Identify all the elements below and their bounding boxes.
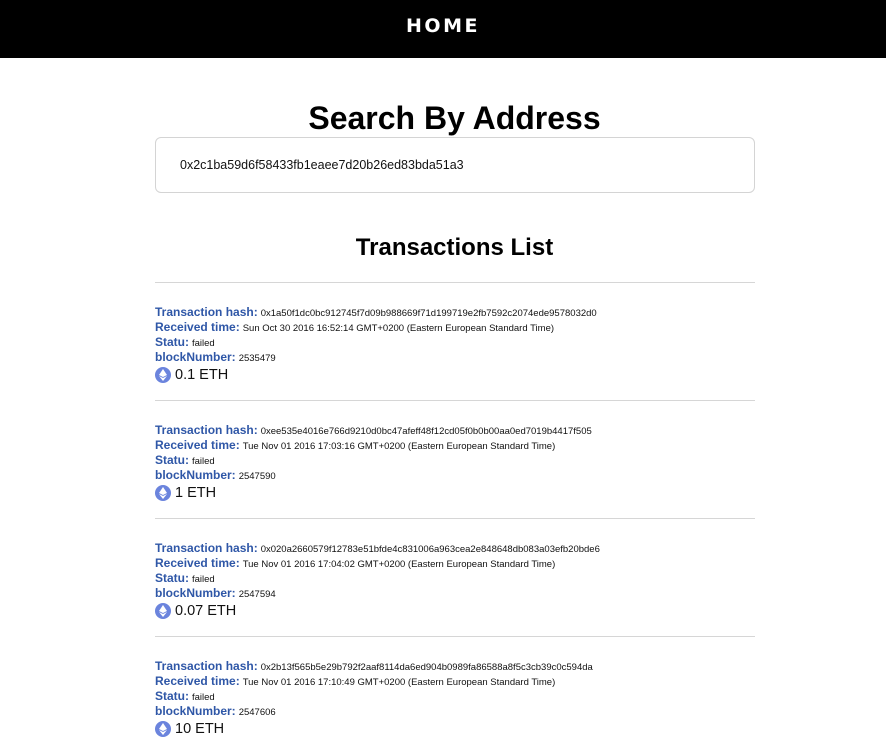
home-link[interactable]: HOME	[0, 14, 886, 38]
transaction-hash-value: 0xee535e4016e766d9210d0bc47afeff48f12cd0…	[260, 426, 592, 437]
block-number-label: blockNumber:	[155, 586, 236, 600]
transaction-amount: 0.07 ETH	[175, 603, 237, 619]
transaction-amount: 10 ETH	[175, 721, 225, 737]
received-time-label: Received time:	[155, 674, 240, 688]
top-navigation-bar: HOME	[0, 0, 886, 58]
transaction-amount: 1 ETH	[175, 485, 217, 501]
status-label: Statu:	[155, 571, 189, 585]
status-value: failed	[192, 574, 215, 585]
transaction-hash-label: Transaction hash:	[155, 423, 258, 437]
status-value: failed	[192, 692, 215, 703]
status-value: failed	[192, 456, 215, 467]
divider	[155, 282, 755, 283]
transaction-hash-value: 0x2b13f565b5e29b792f2aaf8114da6ed904b098…	[260, 662, 593, 673]
divider	[155, 400, 755, 401]
transaction-amount: 0.1 ETH	[175, 367, 229, 383]
transaction-hash-label: Transaction hash:	[155, 305, 258, 319]
received-time-label: Received time:	[155, 438, 240, 452]
status-label: Statu:	[155, 453, 189, 467]
block-number-value: 2547594	[238, 589, 276, 600]
received-time-value: Sun Oct 30 2016 16:52:14 GMT+0200 (Easte…	[242, 323, 555, 334]
received-time-value: Tue Nov 01 2016 17:10:49 GMT+0200 (Easte…	[242, 677, 556, 688]
address-search-input[interactable]	[155, 137, 755, 193]
page-title: Search By Address	[308, 100, 601, 136]
transactions-list-title: Transactions List	[355, 234, 554, 261]
divider	[155, 518, 755, 519]
received-time-label: Received time:	[155, 320, 240, 334]
status-label: Statu:	[155, 335, 189, 349]
block-number-label: blockNumber:	[155, 350, 236, 364]
transaction-hash-value: 0x1a50f1dc0bc912745f7d09b988669f71d19971…	[260, 308, 597, 319]
block-number-label: blockNumber:	[155, 468, 236, 482]
ethereum-icon	[155, 367, 171, 383]
transaction-hash-label: Transaction hash:	[155, 659, 258, 673]
received-time-label: Received time:	[155, 556, 240, 570]
transaction-item: Transaction hash: 0x1a50f1dc0bc912745f7d0…	[155, 304, 755, 385]
transaction-item: Transaction hash: 0xee535e4016e766d9210d0…	[155, 422, 755, 503]
status-value: failed	[192, 338, 215, 349]
received-time-value: Tue Nov 01 2016 17:03:16 GMT+0200 (Easte…	[242, 441, 556, 452]
transaction-hash-label: Transaction hash:	[155, 541, 258, 555]
status-label: Statu:	[155, 689, 189, 703]
transaction-item: Transaction hash: 0x2b13f565b5e29b792f2aa…	[155, 658, 755, 739]
received-time-value: Tue Nov 01 2016 17:04:02 GMT+0200 (Easte…	[242, 559, 556, 570]
block-number-value: 2547590	[238, 471, 276, 482]
transaction-item: Transaction hash: 0x020a2660579f12783e51b…	[155, 540, 755, 621]
ethereum-icon	[155, 485, 171, 501]
ethereum-icon	[155, 603, 171, 619]
transaction-hash-value: 0x020a2660579f12783e51bfde4c831006a963ce…	[260, 544, 600, 555]
block-number-value: 2547606	[238, 707, 276, 718]
divider	[155, 636, 755, 637]
block-number-value: 2535479	[238, 353, 276, 364]
ethereum-icon	[155, 721, 171, 737]
block-number-label: blockNumber:	[155, 704, 236, 718]
